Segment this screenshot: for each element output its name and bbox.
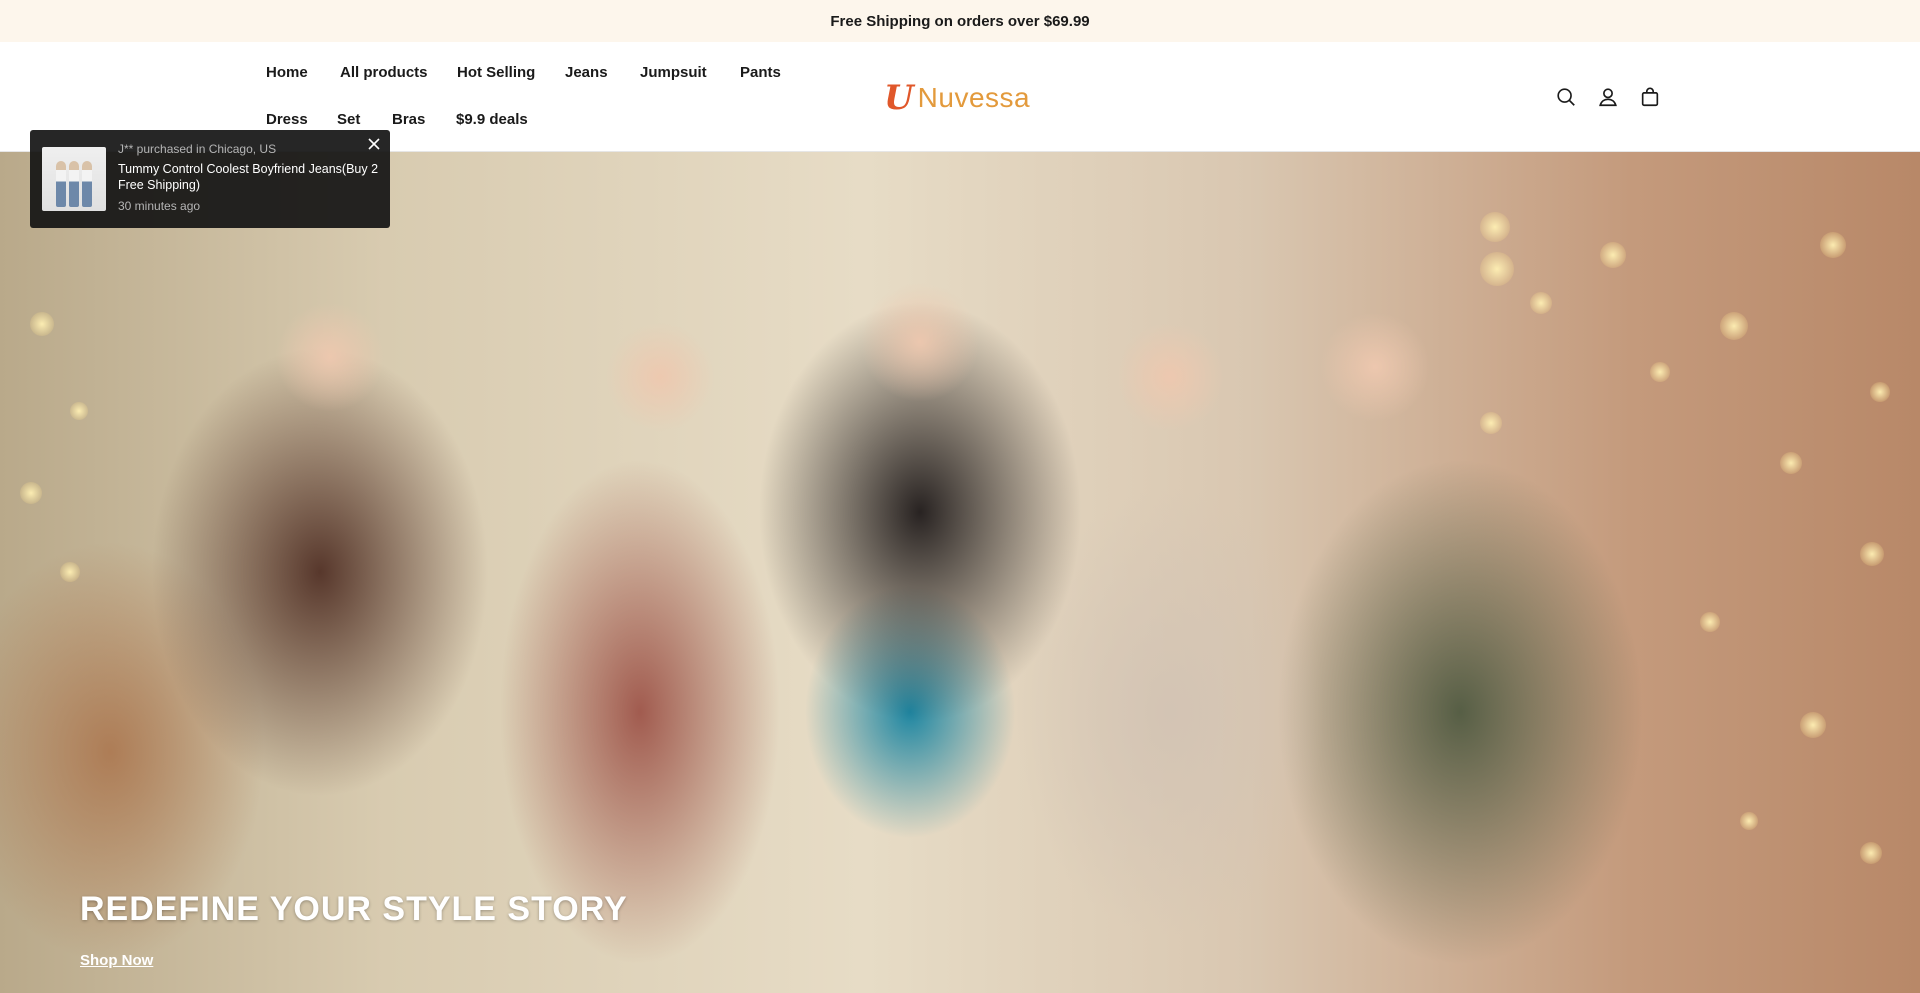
header-actions (1554, 82, 1662, 112)
nav-item-all-products[interactable]: All products (340, 64, 428, 81)
product-thumbnail (42, 147, 106, 211)
logo-text: Nuvessa (917, 82, 1031, 113)
nav-item-dress[interactable]: Dress (266, 111, 308, 128)
cart-icon[interactable] (1638, 85, 1662, 109)
account-icon[interactable] (1596, 85, 1620, 109)
nav-item-deals[interactable]: $9.9 deals (456, 111, 528, 128)
nav-item-set[interactable]: Set (337, 111, 360, 128)
purchase-time: 30 minutes ago (118, 199, 201, 213)
nav-item-home[interactable]: Home (266, 64, 308, 81)
hero-title: REDEFINE YOUR STYLE STORY (80, 890, 628, 928)
nav-item-hot-selling[interactable]: Hot Selling (457, 64, 535, 81)
purchase-meta: J** purchased in Chicago, US (118, 142, 277, 156)
logo-mark: U (884, 78, 914, 118)
purchase-notification[interactable]: J** purchased in Chicago, US Tummy Contr… (30, 130, 390, 228)
nav-item-pants[interactable]: Pants (740, 64, 781, 81)
announcement-bar: Free Shipping on orders over $69.99 (0, 0, 1920, 42)
close-icon[interactable] (366, 136, 382, 152)
purchase-product-link[interactable]: Tummy Control Coolest Boyfriend Jeans(Bu… (118, 161, 380, 193)
nav-item-bras[interactable]: Bras (392, 111, 425, 128)
nav-item-jumpsuit[interactable]: Jumpsuit (640, 64, 707, 81)
shop-now-button[interactable]: Shop Now (80, 952, 153, 969)
search-icon[interactable] (1554, 85, 1578, 109)
announcement-text: Free Shipping on orders over $69.99 (830, 12, 1090, 30)
nav-item-jeans[interactable]: Jeans (565, 64, 608, 81)
brand-logo[interactable]: U Nuvessa (884, 80, 1030, 116)
hero-banner: REDEFINE YOUR STYLE STORY Shop Now (0, 152, 1920, 993)
